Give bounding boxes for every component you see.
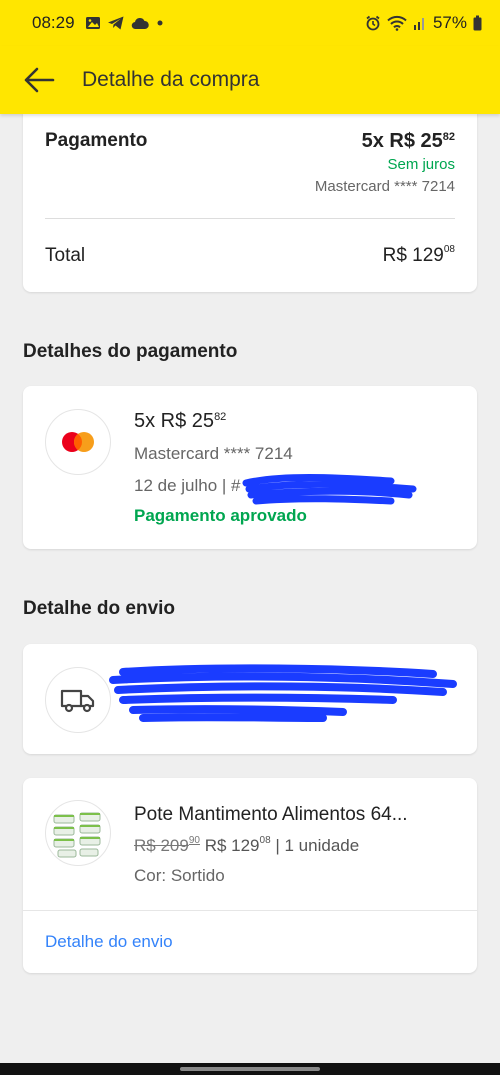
wifi-icon bbox=[387, 15, 407, 31]
redaction-scribble bbox=[242, 474, 417, 505]
interest-free-label: Sem juros bbox=[387, 156, 455, 173]
system-nav-bar bbox=[0, 1063, 500, 1075]
divider bbox=[23, 910, 477, 911]
status-time: 08:29 bbox=[32, 13, 75, 32]
status-bar: 08:29 57% bbox=[0, 0, 500, 46]
payment-label: Pagamento bbox=[45, 130, 148, 151]
card-info: Mastercard **** 7214 bbox=[314, 178, 455, 195]
product-thumbnail[interactable] bbox=[45, 800, 111, 866]
notification-dot-icon bbox=[157, 20, 163, 26]
gallery-icon bbox=[85, 17, 100, 29]
payment-installment-amount: 5x R$ 2582 bbox=[361, 130, 455, 152]
alarm-icon bbox=[366, 15, 380, 31]
page-title: Detalhe da compra bbox=[82, 68, 260, 91]
back-button[interactable] bbox=[22, 63, 56, 97]
shipping-address-card[interactable] bbox=[23, 644, 477, 754]
payment-details-card[interactable]: 5x R$ 2582 Mastercard **** 7214 12 de ju… bbox=[23, 386, 477, 549]
app-bar: Detalhe da compra bbox=[0, 46, 500, 114]
divider bbox=[45, 218, 455, 219]
payment-date: 12 de julho | # bbox=[134, 476, 241, 495]
installment-amount: 5x R$ 2582 bbox=[134, 410, 227, 432]
total-label: Total bbox=[45, 245, 86, 266]
product-card: Pote Mantimento Alimentos 64... R$ 20990… bbox=[23, 778, 477, 973]
shipping-details-title: Detalhe do envio bbox=[23, 598, 176, 619]
shipping-detail-link[interactable]: Detalhe do envio bbox=[45, 932, 173, 952]
payment-summary-card: Pagamento 5x R$ 2582 Sem juros Mastercar… bbox=[23, 90, 477, 292]
redaction-scribble bbox=[109, 664, 457, 722]
home-gesture-handle[interactable] bbox=[180, 1067, 320, 1071]
product-name[interactable]: Pote Mantimento Alimentos 64... bbox=[134, 804, 454, 826]
battery-icon bbox=[473, 15, 482, 31]
mastercard-icon bbox=[45, 409, 111, 475]
total-amount: R$ 12908 bbox=[382, 244, 455, 266]
battery-percent: 57% bbox=[432, 13, 467, 32]
product-color: Cor: Sortido bbox=[134, 866, 225, 885]
signal-icon bbox=[413, 18, 424, 30]
old-price: R$ 20990 bbox=[134, 835, 200, 855]
card-info: Mastercard **** 7214 bbox=[134, 444, 293, 463]
product-price: R$ 20990 R$ 12908 | 1 unidade bbox=[134, 835, 360, 855]
telegram-icon bbox=[107, 16, 124, 30]
payment-details-title: Detalhes do pagamento bbox=[23, 341, 238, 362]
cloud-icon bbox=[131, 17, 149, 30]
back-arrow-icon bbox=[24, 67, 55, 93]
